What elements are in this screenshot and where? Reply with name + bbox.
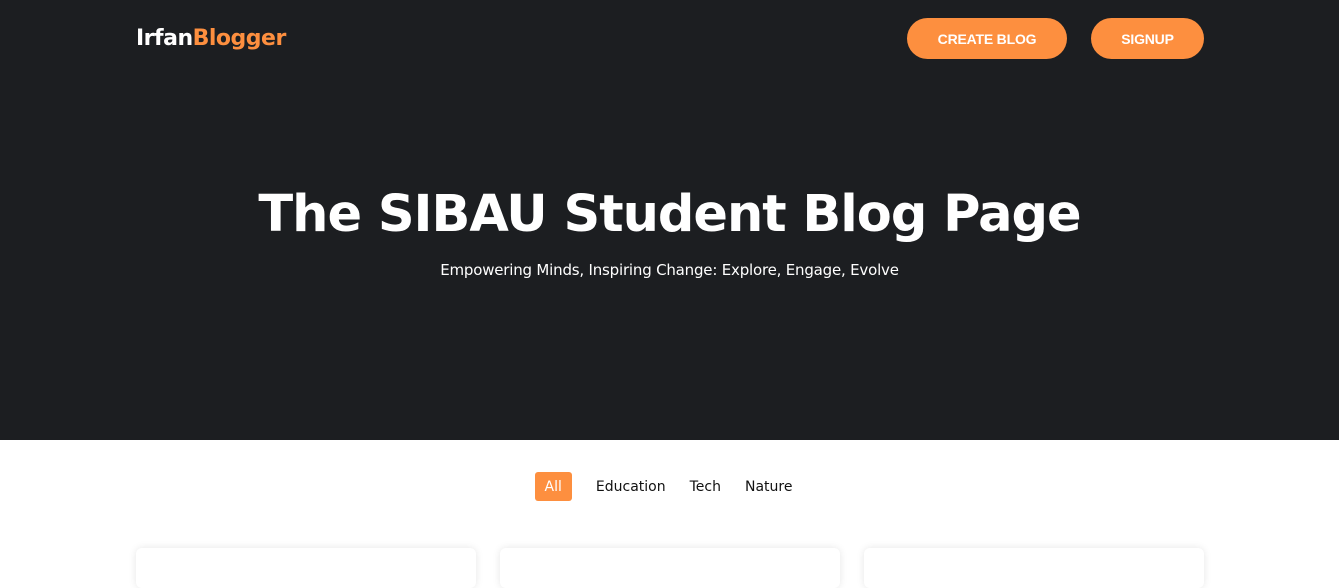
site-logo[interactable]: IrfanBlogger (136, 25, 286, 53)
hero-section: IrfanBlogger CREATE BLOG SIGNUP The SIBA… (0, 0, 1339, 440)
filter-education[interactable]: Education (584, 472, 678, 501)
logo-text-first: Irfan (136, 26, 193, 51)
filter-nature[interactable]: Nature (733, 472, 804, 501)
category-filter-bar: All Education Tech Nature (0, 472, 1339, 501)
signup-button[interactable]: SIGNUP (1091, 18, 1204, 59)
blog-card[interactable] (136, 548, 476, 588)
blog-card[interactable] (864, 548, 1204, 588)
filter-all[interactable]: All (534, 472, 572, 501)
logo-text-second: Blogger (192, 26, 287, 51)
page-subtitle: Empowering Minds, Inspiring Change: Expl… (440, 261, 899, 279)
blog-card[interactable] (500, 548, 840, 588)
filter-tech[interactable]: Tech (678, 472, 733, 501)
navbar: IrfanBlogger CREATE BLOG SIGNUP (0, 0, 1339, 78)
page-title: The SIBAU Student Blog Page (258, 185, 1081, 244)
create-blog-button[interactable]: CREATE BLOG (907, 18, 1067, 59)
